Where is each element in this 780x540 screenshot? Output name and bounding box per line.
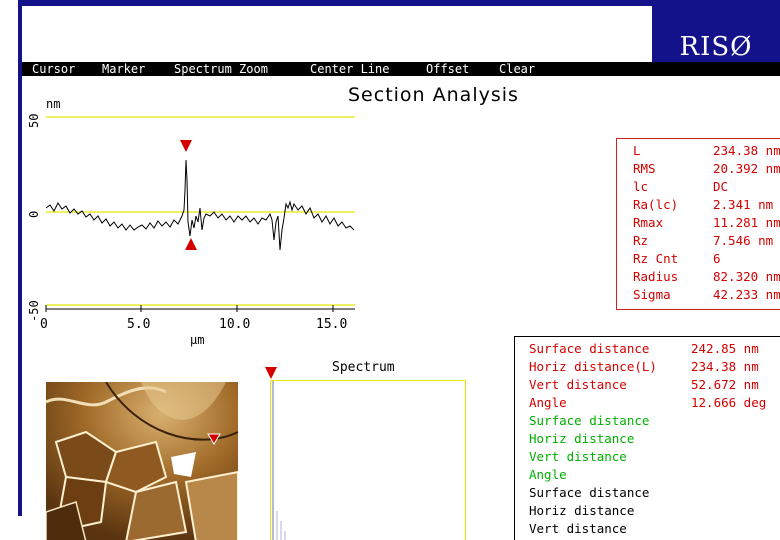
stat-label: Sigma [633, 287, 671, 302]
measurement-label: Surface distance [529, 413, 650, 428]
stat-value: 7.546 nm [713, 233, 774, 248]
stat-value: 2.341 nm [713, 197, 774, 212]
measurement-row: Angle [529, 467, 567, 482]
stat-value: 42.233 nm [713, 287, 780, 302]
spectrum-marker-icon[interactable] [264, 366, 278, 380]
stat-label: Rz Cnt [633, 251, 679, 266]
stat-row: lc DC [633, 179, 728, 194]
stat-label: L [633, 143, 641, 158]
marker-bottom-icon [185, 238, 197, 250]
marker-top-icon [180, 140, 192, 152]
x-tick-0: 0 [40, 317, 48, 332]
stat-row: Radius 82.320 nm [633, 269, 780, 284]
stat-value: 20.392 nm [713, 161, 780, 176]
menu-center-line[interactable]: Center Line [310, 62, 389, 76]
x-tick-15: 15.0 [316, 317, 347, 332]
measurement-label: Surface distance [529, 341, 650, 356]
measurement-row: Vert distance 52.672 nm [529, 377, 759, 392]
spectrum-title: Spectrum [332, 360, 395, 375]
page-title: Section Analysis [348, 84, 519, 106]
afm-height-image[interactable] [46, 382, 238, 540]
riso-logo: RISØ [652, 6, 780, 62]
measurement-label: Horiz distance [529, 431, 635, 446]
menu-bar: Cursor Marker Spectrum Zoom Center Line … [22, 62, 780, 76]
menu-clear[interactable]: Clear [499, 62, 535, 76]
stat-row: Ra(lc) 2.341 nm [633, 197, 773, 212]
measurement-label: Vert distance [529, 377, 627, 392]
measurement-row: Horiz distance [529, 503, 634, 518]
y-tick-0: 0 [27, 211, 41, 218]
menu-spectrum-zoom[interactable]: Spectrum Zoom [174, 62, 268, 76]
stat-label: Ra(lc) [633, 197, 679, 212]
stat-row: Rz Cnt 6 [633, 251, 721, 266]
x-tick-5: 5.0 [127, 317, 150, 332]
logo-text: RISØ [679, 32, 753, 62]
stat-value: 11.281 nm [713, 215, 780, 230]
x-unit-label: µm [190, 333, 204, 347]
stat-row: RMS 20.392 nm [633, 161, 780, 176]
stat-row: Sigma 42.233 nm [633, 287, 780, 302]
measurement-row: Surface distance 242.85 nm [529, 341, 759, 356]
stat-row: Rz 7.546 nm [633, 233, 773, 248]
measurement-row: Horiz distance [529, 431, 634, 446]
section-profile-plot[interactable]: nm 50 0 -50 0 5.0 10.0 15.0 µm [0, 90, 370, 360]
measurement-row: Vert distance [529, 521, 627, 536]
measurement-label: Horiz distance(L) [529, 359, 657, 374]
measurement-row: Angle 12.666 deg [529, 395, 766, 410]
stat-row: Rmax 11.281 nm [633, 215, 780, 230]
stat-value: 82.320 nm [713, 269, 780, 284]
measurement-label: Vert distance [529, 521, 627, 536]
menu-cursor[interactable]: Cursor [32, 62, 75, 76]
measurement-value: 242.85 nm [691, 341, 759, 356]
stat-value: DC [713, 179, 729, 194]
distance-measurements-panel: Surface distance 242.85 nm Horiz distance… [514, 336, 780, 540]
stat-label: Rz [633, 233, 649, 248]
measurement-label: Horiz distance [529, 503, 635, 518]
y-tick-50: 50 [27, 114, 41, 128]
x-tick-10: 10.0 [219, 317, 250, 332]
measurement-row: Vert distance [529, 449, 627, 464]
measurement-value: 52.672 nm [691, 377, 759, 392]
stat-row: L 234.38 nm [633, 143, 780, 158]
stat-value: 234.38 nm [713, 143, 780, 158]
measurement-row: Surface distance [529, 413, 649, 428]
stat-value: 6 [713, 251, 721, 266]
roughness-stats-panel: L 234.38 nm RMS 20.392 nm lc DC Ra(lc) 2.341… [616, 138, 780, 310]
profile-trace [45, 159, 355, 251]
measurement-row: Surface distance [529, 485, 649, 500]
measurement-row: Horiz distance(L) 234.38 nm [529, 359, 759, 374]
menu-offset[interactable]: Offset [426, 62, 469, 76]
stat-label: RMS [633, 161, 656, 176]
measurement-label: Vert distance [529, 449, 627, 464]
bottom-left-blank [0, 516, 46, 540]
stat-label: lc [633, 179, 649, 194]
measurement-label: Angle [529, 395, 567, 410]
section-analysis-window: RISØ Cursor Marker Spectrum Zoom Center … [0, 0, 780, 540]
measurement-label: Surface distance [529, 485, 650, 500]
spectrum-plot[interactable] [270, 380, 466, 540]
y-tick-minus50: -50 [27, 300, 41, 322]
measurement-value: 12.666 deg [691, 395, 767, 410]
y-unit-label: nm [46, 97, 60, 111]
measurement-value: 234.38 nm [691, 359, 759, 374]
measurement-label: Angle [529, 467, 567, 482]
menu-marker[interactable]: Marker [102, 62, 145, 76]
stat-label: Rmax [633, 215, 664, 230]
stat-label: Radius [633, 269, 679, 284]
